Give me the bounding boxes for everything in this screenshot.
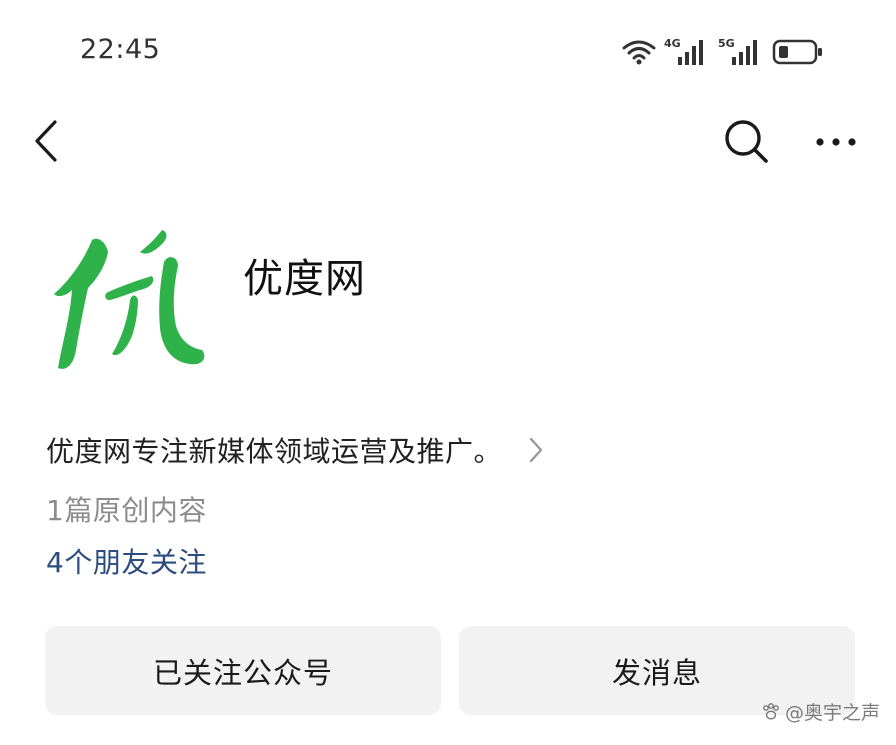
signal-4g-icon: 4G [664,37,710,67]
original-content-count: 1篇原创内容 [46,494,207,527]
more-icon [816,138,856,146]
paw-icon [763,702,779,719]
watermark: @奥宇之声 [761,698,880,725]
watermark-text: @奥宇之声 [784,702,880,724]
signal-5g-icon: 5G [718,37,764,67]
battery-icon [772,39,822,65]
wifi-icon [622,40,656,65]
search-icon [725,120,768,163]
chevron-left-icon [35,120,57,162]
chevron-right-icon [526,435,546,465]
official-account-profile-page: 22:45 4G 5G 优度网 优度网专注新媒体领域运营及推广。 1篇原创内容 … [0,0,896,745]
back-button[interactable] [26,116,66,166]
account-name: 优度网 [243,256,366,302]
brand-logo-glyph [54,230,205,369]
avatar[interactable] [44,222,212,380]
description-row[interactable]: 优度网专注新媒体领域运营及推广。 [46,430,546,470]
friends-following-link[interactable]: 4个朋友关注 [46,541,207,581]
followed-account-button[interactable]: 已关注公众号 [45,626,441,715]
more-button[interactable] [812,124,860,160]
search-button[interactable] [722,117,770,165]
status-time: 22:45 [80,34,161,65]
account-description: 优度网专注新媒体领域运营及推广。 [46,435,503,468]
status-icons: 4G 5G [622,36,824,68]
